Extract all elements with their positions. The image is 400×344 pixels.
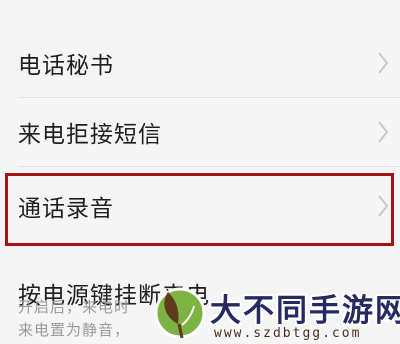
chevron-right-icon [378,121,389,143]
watermark-url: www.szdbtgg.com [214,326,362,341]
chevron-right-icon [378,52,389,74]
settings-item-label: 电话秘书 [18,53,114,79]
watermark-brand: 大不同手游网 [210,293,400,329]
highlight-box [5,173,394,246]
settings-item-reject-sms[interactable]: 来电拒接短信 [0,107,400,157]
watermark: 大不同手游网 www.szdbtgg.com [152,280,400,344]
leaf-logo-icon [154,287,206,339]
divider [18,166,400,167]
settings-item-call-secretary[interactable]: 电话秘书 [0,38,400,88]
settings-item-label: 来电拒接短信 [18,122,162,148]
settings-item-description-line2: 来电置为静音， [18,321,131,339]
divider [18,97,400,98]
settings-item-description-line1: 开启后，来电时 [18,298,131,316]
